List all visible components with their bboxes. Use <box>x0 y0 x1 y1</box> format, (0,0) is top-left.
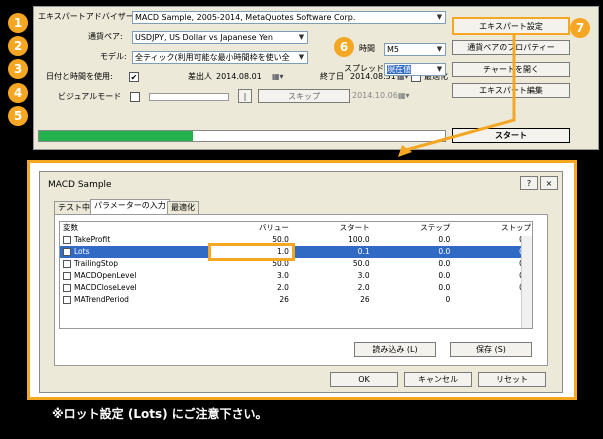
callout-frame: MACD Sample ? × テスト中 パラメーターの入力 最適化 変数 バリ… <box>27 160 577 400</box>
param-value[interactable]: 2.0 <box>211 282 292 294</box>
load-button[interactable]: 読み込み (L) <box>354 342 436 357</box>
param-value[interactable]: 50.0 <box>211 258 292 270</box>
param-name: TrailingStop <box>60 258 211 270</box>
table-row[interactable]: TakeProfit 50.0 100.0 0.0 0.0 <box>60 234 532 246</box>
param-checkbox[interactable] <box>63 236 71 244</box>
column-header: スタート <box>339 223 370 232</box>
param-value[interactable]: 3.0 <box>211 270 292 282</box>
param-name-text: Lots <box>74 247 90 256</box>
param-start[interactable]: 3.0 <box>292 270 373 282</box>
column-header: ステップ <box>420 223 451 232</box>
caution-caption: ※ロット設定 (Lots) にご注意下さい。 <box>52 407 268 421</box>
param-name-text: MACDCloseLevel <box>74 283 137 292</box>
close-icon[interactable]: × <box>540 176 558 190</box>
tab-testing[interactable]: テスト中 <box>54 201 94 214</box>
param-start[interactable]: 100.0 <box>292 234 373 246</box>
table-row[interactable]: TrailingStop 50.0 50.0 0.0 0.0 <box>60 258 532 270</box>
param-value[interactable]: 50.0 <box>211 234 292 246</box>
help-icon[interactable]: ? <box>520 176 538 190</box>
param-checkbox[interactable] <box>63 284 71 292</box>
column-header: 変数 <box>63 223 78 232</box>
param-name: MATrendPeriod <box>60 294 211 306</box>
save-button[interactable]: 保存 (S) <box>450 342 532 357</box>
param-step[interactable]: 0.0 <box>373 258 454 270</box>
inputs-panel: 変数 バリュー スタート ステップ ストップ TakeProfit 50.0 1… <box>54 214 548 366</box>
param-name-text: TrailingStop <box>74 259 118 268</box>
inputs-table-wrap: 変数 バリュー スタート ステップ ストップ TakeProfit 50.0 1… <box>59 221 533 329</box>
param-step[interactable]: 0.0 <box>373 270 454 282</box>
ok-button[interactable]: OK <box>330 372 398 387</box>
column-header: ストップ <box>501 223 531 232</box>
cancel-button[interactable]: キャンセル <box>404 372 472 387</box>
table-row[interactable]: MACDCloseLevel 2.0 2.0 0.0 0.0 <box>60 282 532 294</box>
param-name: MACDOpenLevel <box>60 270 211 282</box>
tab-inputs[interactable]: パラメーターの入力 <box>90 199 170 214</box>
param-step[interactable]: 0.0 <box>373 234 454 246</box>
param-name-text: TakeProfit <box>74 235 111 244</box>
param-step[interactable]: 0.0 <box>373 282 454 294</box>
dialog-title: MACD Sample <box>48 180 112 190</box>
param-checkbox[interactable] <box>63 248 71 256</box>
param-checkbox[interactable] <box>63 296 71 304</box>
table-header-row: 変数 バリュー スタート ステップ ストップ <box>60 222 532 234</box>
param-value[interactable]: 26 <box>211 294 292 306</box>
lots-value-cell[interactable]: 1.0 <box>208 243 295 261</box>
param-name-text: MATrendPeriod <box>74 295 129 304</box>
reset-button[interactable]: リセット <box>478 372 546 387</box>
table-row-selected[interactable]: Lots 1.0 0.1 0.0 0.0 <box>60 243 532 261</box>
parameters-dialog: MACD Sample ? × テスト中 パラメーターの入力 最適化 変数 バリ… <box>39 171 563 393</box>
param-start[interactable]: 26 <box>292 294 373 306</box>
param-start[interactable]: 2.0 <box>292 282 373 294</box>
param-start[interactable]: 50.0 <box>292 258 373 270</box>
param-step[interactable]: 0.0 <box>373 246 454 258</box>
param-step[interactable]: 0 <box>373 294 454 306</box>
param-start[interactable]: 0.1 <box>292 246 373 258</box>
tab-optimization[interactable]: 最適化 <box>167 201 199 214</box>
param-name: MACDCloseLevel <box>60 282 211 294</box>
param-name: Lots <box>60 246 211 258</box>
param-name: TakeProfit <box>60 234 211 246</box>
param-checkbox[interactable] <box>63 272 71 280</box>
column-header: バリュー <box>258 223 289 232</box>
table-row[interactable]: MATrendPeriod 26 26 0 0 <box>60 294 532 306</box>
param-name-text: MACDOpenLevel <box>74 271 137 280</box>
vertical-scrollbar[interactable] <box>521 236 532 328</box>
table-row[interactable]: MACDOpenLevel 3.0 3.0 0.0 0.0 <box>60 270 532 282</box>
param-checkbox[interactable] <box>63 260 71 268</box>
